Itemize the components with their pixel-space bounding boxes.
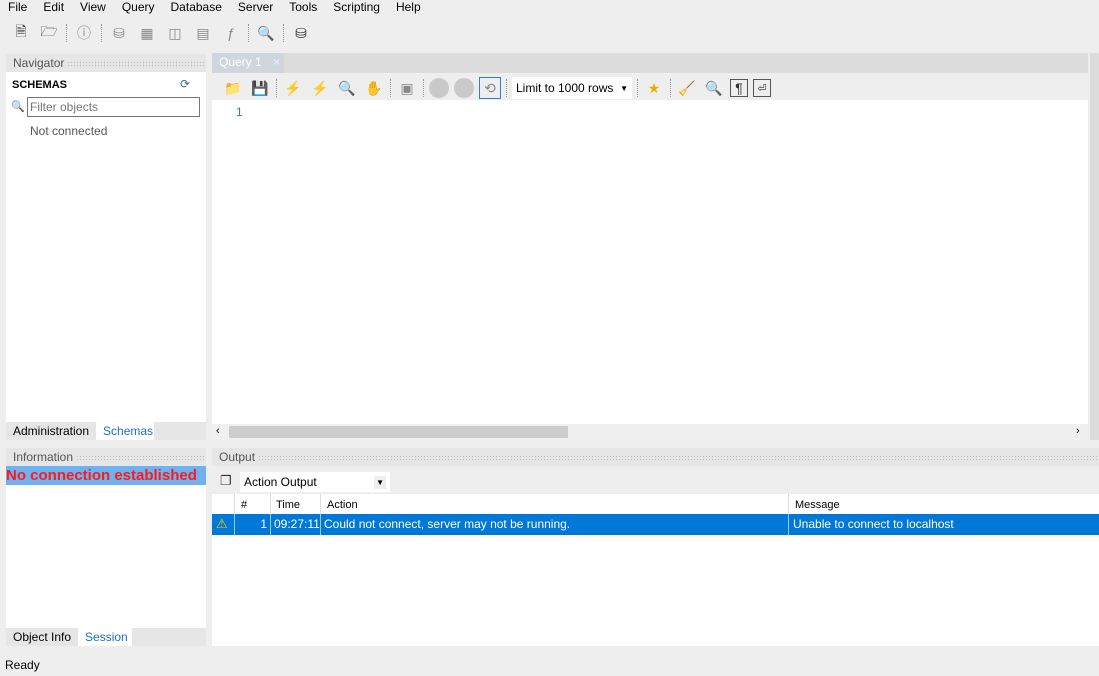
information-header: Information <box>6 448 206 466</box>
column-action[interactable]: Action <box>320 494 788 514</box>
information-panel: No connection established <box>6 466 206 628</box>
copy-icon[interactable]: ❐ <box>220 473 232 489</box>
row-message: Unable to connect to localhost <box>788 514 1099 535</box>
limit-rows-select[interactable]: Limit to 1000 rows ▼ <box>512 77 632 99</box>
horizontal-scrollbar[interactable]: ‹ › <box>212 424 1088 440</box>
menu-query[interactable]: Query <box>114 0 163 16</box>
execute-icon[interactable]: ⚡ <box>282 77 304 99</box>
create-function-icon[interactable]: ƒ <box>220 22 242 44</box>
scroll-right-icon[interactable]: › <box>1076 425 1080 437</box>
search-icon: 🔍 <box>11 101 25 113</box>
menu-server[interactable]: Server <box>230 0 281 16</box>
query-tab-strip <box>212 53 1088 73</box>
sql-editor[interactable]: 1 <box>212 100 1088 424</box>
line-number: 1 <box>236 105 243 119</box>
separator <box>276 79 277 97</box>
explain-icon[interactable]: 🔍 <box>336 77 358 99</box>
query-toolbar: 📁 💾 ⚡ ⚡ 🔍 ✋ ▣ ⟲ Limit to 1000 rows ▼ ★ 🧹 … <box>212 76 1088 100</box>
separator <box>506 79 507 97</box>
tab-label: Query 1 <box>219 55 262 69</box>
reconnect-icon[interactable]: ⛁ <box>290 22 312 44</box>
warning-icon: ⚠ <box>216 516 228 531</box>
menu-scripting[interactable]: Scripting <box>325 0 388 16</box>
output-table-header: # Time Action Message <box>212 494 1099 514</box>
filter-objects-input[interactable] <box>27 97 200 117</box>
tab-schemas[interactable]: Schemas <box>96 422 155 440</box>
create-view-icon[interactable]: ◫ <box>164 22 186 44</box>
column-time[interactable]: Time <box>270 494 320 514</box>
create-schema-icon[interactable]: ⛁ <box>108 22 130 44</box>
status-bar: Ready <box>5 658 40 672</box>
row-time: 09:27:11 <box>270 514 320 535</box>
schemas-label: SCHEMAS <box>12 79 68 91</box>
commit-icon[interactable] <box>429 78 449 98</box>
menu-tools[interactable]: Tools <box>281 0 325 16</box>
separator <box>670 79 671 97</box>
separator <box>66 24 67 42</box>
separator <box>423 79 424 97</box>
row-action: Could not connect, server may not be run… <box>320 514 788 535</box>
table-row[interactable]: ⚠ 1 09:27:11 Could not connect, server m… <box>212 514 1099 535</box>
search-table-data-icon[interactable]: 🔍 <box>255 22 277 44</box>
separator <box>283 24 284 42</box>
limit-rows-value: Limit to 1000 rows <box>516 81 614 95</box>
scrollbar-thumb[interactable] <box>229 426 568 438</box>
side-strip <box>1090 53 1099 440</box>
find-icon[interactable]: 🔍 <box>703 77 725 99</box>
tab-administration[interactable]: Administration <box>6 422 96 440</box>
tab-query-1[interactable]: Query 1 × <box>212 53 284 73</box>
output-type-value: Action Output <box>244 475 317 489</box>
schema-inspector-icon[interactable]: ⓘ <box>73 22 95 44</box>
toggle-error-icon[interactable]: ▣ <box>396 77 418 99</box>
separator <box>101 24 102 42</box>
information-tabs: Object Info Session <box>6 628 206 646</box>
main-toolbar: 🗎 🗁 ⓘ ⛁ ▦ ◫ ▤ ƒ 🔍 ⛁ <box>10 20 312 46</box>
menu-edit[interactable]: Edit <box>35 0 72 16</box>
row-number: 1 <box>234 514 270 535</box>
separator <box>637 79 638 97</box>
separator <box>390 79 391 97</box>
open-file-icon[interactable]: 📁 <box>222 77 244 99</box>
schemas-panel: SCHEMAS ⟳ 🔍 Not connected <box>6 72 206 422</box>
no-connection-message: No connection established <box>6 466 206 485</box>
not-connected-text: Not connected <box>30 124 108 138</box>
chevron-down-icon: ▼ <box>620 83 628 93</box>
create-table-icon[interactable]: ▦ <box>136 22 158 44</box>
stop-icon[interactable]: ✋ <box>363 77 385 99</box>
word-wrap-icon[interactable]: ⏎ <box>753 79 771 97</box>
invisible-chars-icon[interactable]: ¶ <box>730 79 748 97</box>
scroll-left-icon[interactable]: ‹ <box>216 425 220 437</box>
tab-session[interactable]: Session <box>78 628 133 646</box>
menu-database[interactable]: Database <box>163 0 230 16</box>
beautify-icon[interactable]: 🧹 <box>676 77 698 99</box>
tab-object-info[interactable]: Object Info <box>6 628 78 646</box>
navigator-tabs: Administration Schemas <box>6 422 206 440</box>
menu-bar: File Edit View Query Database Server Too… <box>0 0 429 16</box>
output-panel: ❐ Action Output ▼ # Time Action Message ⚠… <box>212 466 1099 646</box>
separator <box>248 24 249 42</box>
chevron-down-icon: ▼ <box>374 475 386 489</box>
new-sql-tab-icon[interactable]: 🗎 <box>10 22 32 44</box>
rollback-icon[interactable] <box>454 78 474 98</box>
add-snippet-icon[interactable]: ★ <box>643 77 665 99</box>
menu-file[interactable]: File <box>0 0 35 16</box>
output-header: Output <box>212 448 1099 466</box>
save-icon[interactable]: 💾 <box>249 77 271 99</box>
create-procedure-icon[interactable]: ▤ <box>192 22 214 44</box>
output-type-select[interactable]: Action Output ▼ <box>240 472 390 492</box>
refresh-icon[interactable]: ⟳ <box>180 77 190 91</box>
navigator-header: Navigator <box>6 54 206 72</box>
menu-view[interactable]: View <box>72 0 114 16</box>
column-message[interactable]: Message <box>788 494 1099 514</box>
column-number[interactable]: # <box>234 494 272 514</box>
autocommit-icon[interactable]: ⟲ <box>479 77 501 99</box>
execute-current-icon[interactable]: ⚡ <box>309 77 331 99</box>
menu-help[interactable]: Help <box>388 0 429 16</box>
open-sql-file-icon[interactable]: 🗁 <box>38 22 60 44</box>
close-icon[interactable]: × <box>273 55 280 69</box>
